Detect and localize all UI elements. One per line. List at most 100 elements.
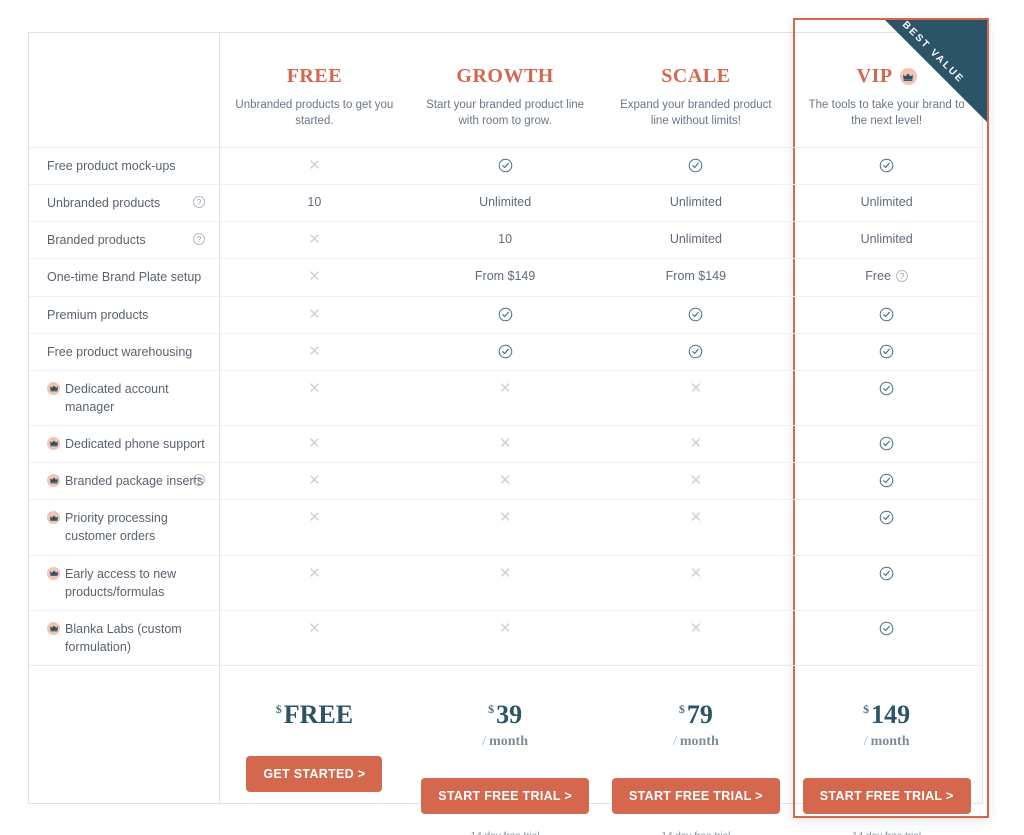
check-circle-icon [879, 510, 894, 525]
feature-value-cell: ✕ [601, 426, 792, 462]
feature-value-cell: ✕ [601, 611, 792, 665]
feature-value-cell [791, 148, 982, 184]
feature-value-cell: ✕ [601, 556, 792, 610]
crown-icon [47, 474, 60, 488]
plan-name-growth-label: GROWTH [456, 65, 554, 87]
price-period-text: month [489, 734, 529, 749]
plan-desc-vip: The tools to take your brand to the next… [808, 99, 965, 128]
plan-name-vip: VIP [857, 65, 917, 88]
feature-label-cell: Branded package inserts? [29, 463, 219, 499]
header-spacer-cell [29, 33, 219, 147]
plan-header-vip: VIP The tools to take your brand to the … [791, 33, 982, 147]
x-mark-icon: ✕ [498, 472, 512, 490]
x-mark-icon: ✕ [689, 435, 703, 452]
price-vip: $149 [863, 702, 910, 728]
feature-label-cell: Dedicated account manager [29, 371, 219, 425]
check-circle-icon [688, 307, 703, 322]
plan-name-vip-label: VIP [856, 65, 893, 87]
x-mark-icon: ✕ [498, 435, 512, 452]
crown-icon [47, 621, 60, 635]
feature-value-cell [601, 334, 792, 370]
plan-name-free-label: FREE [286, 65, 343, 87]
plan-name-scale-label: SCALE [661, 65, 731, 87]
cta-button-scale[interactable]: START FREE TRIAL > [611, 778, 780, 814]
price-currency: $ [863, 702, 870, 716]
info-question-icon[interactable]: ? [193, 196, 205, 209]
pricing-cell-free: $ FREE GET STARTED > [219, 666, 410, 835]
feature-value-cell: ✕ [219, 463, 410, 499]
price-currency: $ [678, 702, 685, 716]
pricing-cell-vip: $149/month START FREE TRIAL > 14 day free … [791, 666, 982, 835]
feature-label-cell: Early access to new products/formulas [29, 556, 219, 610]
check-circle-icon [498, 344, 513, 359]
feature-rows: Free product mock-ups ✕ Unbranded products… [29, 147, 982, 835]
feature-label-cell: Free product warehousing [29, 334, 219, 370]
feature-value-cell: ✕ [410, 611, 601, 665]
feature-label: One-time Brand Plate setup [47, 270, 202, 285]
table-row: Branded products? ✕ 10 Unlimited Unlimited [29, 221, 982, 258]
feature-value-text: Free [865, 269, 891, 284]
x-mark-icon: ✕ [308, 379, 321, 397]
table-row: Branded package inserts? ✕ ✕ ✕ [29, 462, 982, 499]
plan-header-growth: GROWTH Start your branded product line w… [410, 33, 601, 147]
x-mark-icon: ✕ [498, 379, 512, 397]
price-period-text: month [679, 734, 719, 749]
table-row: Priority processing customer orders ✕ ✕ ✕ [29, 499, 982, 554]
feature-value-cell: From $149 [601, 259, 792, 295]
x-mark-icon: ✕ [308, 564, 321, 582]
table-row: Blanka Labs (custom formulation) ✕ ✕ ✕ [29, 609, 982, 665]
check-circle-icon [688, 344, 703, 359]
feature-value-text: Unlimited [669, 195, 722, 210]
x-mark-icon: ✕ [689, 564, 703, 582]
crown-icon [47, 381, 60, 395]
price-period-growth: / month [482, 734, 529, 749]
feature-value-cell: ✕ [219, 500, 410, 554]
check-circle-icon [879, 473, 894, 488]
feature-value-cell [410, 334, 601, 370]
feature-value-cell [791, 297, 982, 333]
feature-label: Priority processing customer orders [65, 511, 168, 544]
pricing-cell-growth: $39/month START FREE TRIAL > 14 day free t… [410, 666, 601, 835]
feature-value-cell [791, 371, 982, 425]
cta-button-vip[interactable]: START FREE TRIAL > [802, 778, 971, 814]
info-question-icon[interactable]: ? [895, 270, 908, 283]
x-mark-icon: ✕ [308, 435, 321, 452]
feature-label-cell: Free product mock-ups [29, 148, 219, 184]
feature-label: Blanka Labs (custom formulation) [65, 621, 182, 654]
table-row: Early access to new products/formulas ✕ ✕ ✕ [29, 554, 982, 610]
feature-value-text: From $149 [665, 269, 727, 284]
feature-label: Unbranded products [47, 196, 161, 211]
feature-value-cell: Unlimited [410, 185, 601, 221]
crown-icon [47, 511, 60, 525]
feature-value-cell: ✕ [601, 500, 792, 554]
feature-value-cell [791, 611, 982, 665]
feature-value-text: From $149 [474, 269, 536, 284]
feature-value-cell: Unlimited [601, 185, 792, 221]
cta-button-growth[interactable]: START FREE TRIAL > [421, 778, 589, 814]
feature-value-cell: From $149 [410, 259, 601, 295]
feature-label: Branded products [47, 233, 146, 248]
x-mark-icon: ✕ [689, 619, 703, 637]
feature-value-text: 10 [498, 232, 513, 247]
feature-value-cell: ✕ [219, 148, 410, 184]
pricing-row: $ FREE GET STARTED > $39/month START FREE TR… [29, 665, 982, 835]
crown-icon [47, 566, 60, 580]
x-mark-icon: ✕ [308, 472, 321, 490]
feature-value-text: Unlimited [479, 195, 532, 210]
pricing-cell-scale: $79/month START FREE TRIAL > 14 day free t… [601, 666, 792, 835]
plan-desc-free: Unbranded products to get you started. [235, 99, 394, 128]
trial-note-scale: 14 day free trial [661, 831, 730, 835]
feature-value-cell: ✕ [219, 297, 410, 333]
x-mark-icon: ✕ [308, 509, 321, 527]
x-mark-icon: ✕ [498, 509, 512, 527]
feature-value-text: 10 [307, 195, 322, 210]
pricing-page: FREE Unbranded products to get you start… [0, 0, 1024, 835]
feature-label: Free product mock-ups [47, 159, 176, 173]
feature-value-cell [410, 148, 601, 184]
feature-value-cell: ✕ [219, 334, 410, 370]
x-mark-icon: ✕ [689, 509, 703, 527]
price-period-vip: / month [863, 734, 910, 749]
cta-button-free[interactable]: GET STARTED > [246, 756, 383, 792]
table-row: Unbranded products? 10 Unlimited Unlimited U… [29, 184, 982, 221]
info-question-icon[interactable]: ? [193, 233, 205, 246]
